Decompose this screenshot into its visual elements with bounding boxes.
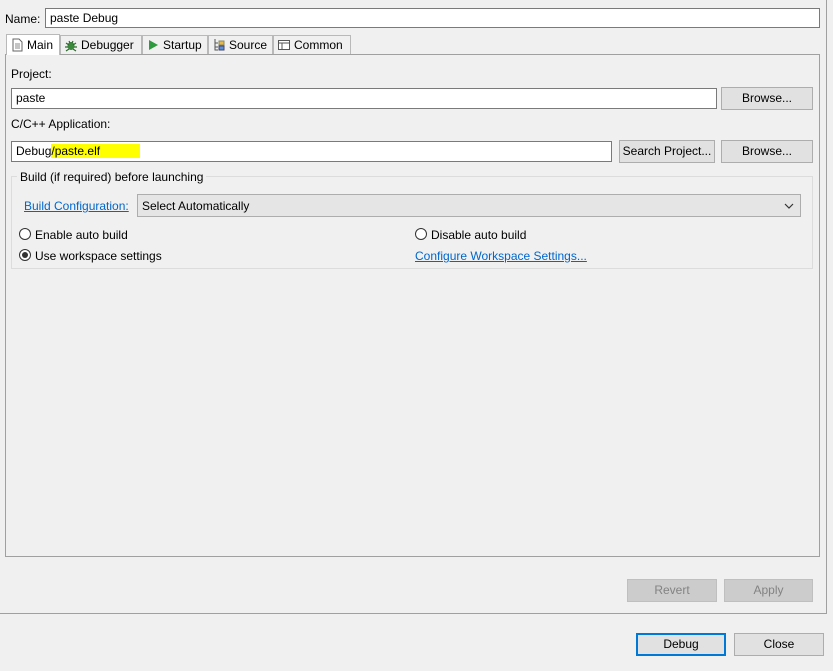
name-label: Name: (5, 12, 41, 26)
chevron-down-icon (783, 200, 795, 212)
project-input[interactable]: paste (11, 88, 717, 109)
tab-startup[interactable]: Startup (142, 35, 208, 54)
configure-workspace-settings-link[interactable]: Configure Workspace Settings... (415, 249, 587, 263)
enable-auto-build-radio[interactable] (19, 228, 31, 240)
application-value-highlight: /paste.elf (51, 144, 141, 158)
project-browse-button[interactable]: Browse... (721, 87, 813, 110)
tab-common-label: Common (294, 38, 343, 52)
use-workspace-settings-label: Use workspace settings (35, 249, 162, 263)
application-input[interactable]: Debug/paste.elf (11, 141, 612, 162)
source-tab-icon (212, 38, 226, 52)
tab-debugger[interactable]: Debugger (60, 35, 142, 54)
build-group-label: Build (if required) before launching (17, 170, 207, 184)
build-configuration-link[interactable]: Build Configuration: (24, 199, 129, 213)
tab-common[interactable]: Common (273, 35, 351, 54)
name-input-value: paste Debug (50, 11, 119, 25)
disable-auto-build-label: Disable auto build (431, 228, 527, 242)
right-border (826, 0, 827, 614)
name-input[interactable]: paste Debug (45, 8, 820, 28)
enable-auto-build-label: Enable auto build (35, 228, 128, 242)
debugger-tab-icon (64, 38, 78, 52)
common-tab-icon (277, 38, 291, 52)
use-workspace-settings-radio[interactable] (19, 249, 31, 261)
application-value-prefix: Debug (16, 144, 52, 158)
build-configuration-value: Select Automatically (142, 199, 250, 213)
application-label: C/C++ Application: (11, 117, 111, 131)
tab-panel (5, 54, 820, 557)
build-configuration-select[interactable]: Select Automatically (137, 194, 801, 217)
project-input-value: paste (16, 91, 46, 105)
apply-button[interactable]: Apply (724, 579, 813, 602)
search-project-button[interactable]: Search Project... (619, 140, 715, 163)
tab-source[interactable]: Source (208, 35, 273, 54)
startup-tab-icon (146, 38, 160, 52)
tab-startup-label: Startup (163, 38, 202, 52)
revert-button[interactable]: Revert (627, 579, 717, 602)
tab-main[interactable]: Main (6, 34, 60, 55)
main-tab-icon (10, 38, 24, 52)
separator (0, 613, 826, 614)
tab-source-label: Source (229, 38, 268, 52)
debug-button[interactable]: Debug (636, 633, 726, 656)
tab-debugger-label: Debugger (81, 38, 134, 52)
application-browse-button[interactable]: Browse... (721, 140, 813, 163)
tab-main-label: Main (27, 38, 54, 52)
disable-auto-build-radio[interactable] (415, 228, 427, 240)
close-button[interactable]: Close (734, 633, 824, 656)
project-label: Project: (11, 67, 52, 81)
